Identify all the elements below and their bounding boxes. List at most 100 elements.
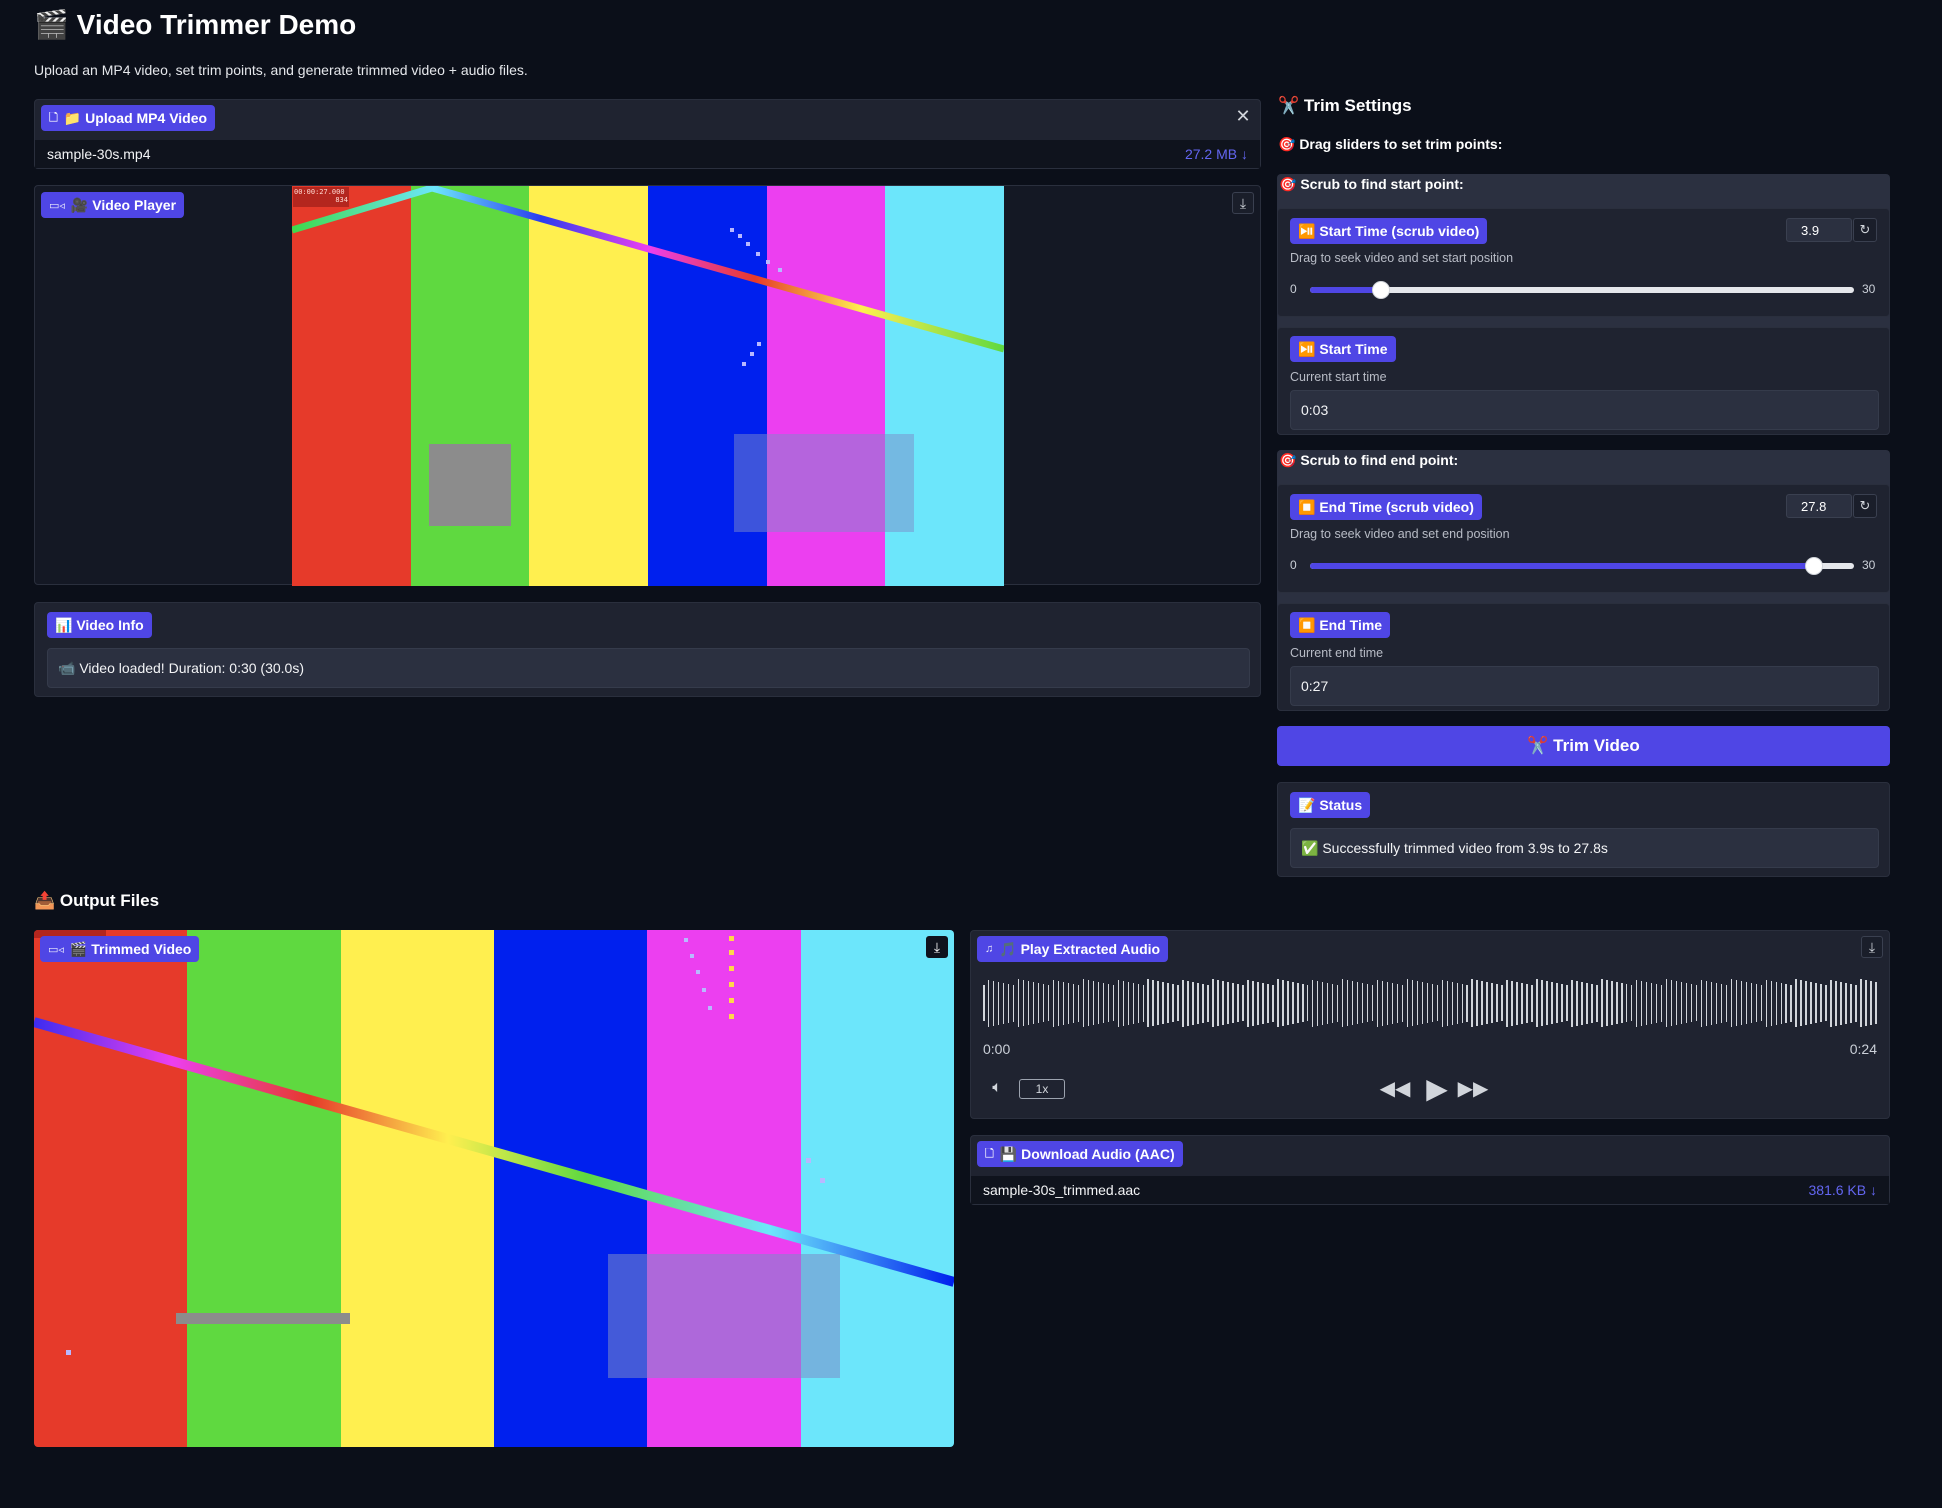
- waveform-bar: [1705, 980, 1708, 1026]
- waveform-bar: [1775, 981, 1778, 1025]
- waveform-bar: [1102, 983, 1105, 1023]
- waveform-bar: [1601, 979, 1603, 1027]
- end-slider-thumb[interactable]: [1805, 557, 1824, 575]
- waveform-bar: [1486, 982, 1488, 1024]
- waveform-bar: [1655, 983, 1658, 1023]
- waveform-bar: [1227, 982, 1229, 1024]
- waveform-bar: [1012, 984, 1015, 1022]
- waveform-bar: [1541, 980, 1543, 1026]
- waveform-bar: [1401, 984, 1404, 1022]
- start-slider-help: Drag to seek video and set start positio…: [1290, 251, 1514, 265]
- waveform-bar: [1177, 985, 1179, 1021]
- start-time-field[interactable]: 0:03: [1290, 390, 1879, 430]
- audio-duration: 0:24: [1849, 1041, 1877, 1057]
- waveform-bar: [1875, 982, 1877, 1024]
- fast-forward-icon[interactable]: ▶▶: [1458, 1074, 1489, 1102]
- waveform-bar: [1057, 980, 1060, 1026]
- waveform-bar: [1755, 984, 1758, 1022]
- waveform-bar: [1586, 982, 1588, 1024]
- waveform-bar: [1865, 980, 1867, 1026]
- waveform-bar: [1805, 981, 1807, 1025]
- end-time-block: ⏹️ End Time Current end time 0:27: [1277, 603, 1890, 711]
- download-audio-panel[interactable]: 🗋 💾 Download Audio (AAC) sample-30s_trim…: [970, 1135, 1890, 1205]
- waveform-bar: [1237, 984, 1239, 1022]
- start-time-help: Current start time: [1290, 370, 1387, 384]
- video-info-text: 📹 Video loaded! Duration: 0:30 (30.0s): [47, 648, 1250, 688]
- waveform-bar: [1292, 982, 1294, 1024]
- waveform-bar: [1117, 979, 1120, 1027]
- start-slider-block[interactable]: ⏯️ Start Time (scrub video) 3.9 ↻ Drag t…: [1277, 208, 1890, 317]
- video-frame[interactable]: 00:00:27.000 834: [292, 186, 1004, 586]
- waveform-bar: [1396, 983, 1399, 1023]
- volume-icon[interactable]: 🔈︎: [985, 1076, 1009, 1100]
- test-pattern-overlay: [34, 930, 954, 1378]
- waveform-bar: [1725, 984, 1728, 1022]
- waveform-bar: [1242, 985, 1244, 1021]
- waveform-bar: [1172, 984, 1174, 1022]
- start-slider-thumb[interactable]: [1371, 281, 1390, 299]
- video-player-label: ▭◃ 🎥 Video Player: [41, 192, 185, 218]
- waveform-bar: [1456, 982, 1459, 1024]
- waveform-bar: [1426, 983, 1429, 1023]
- page-subtitle: Upload an MP4 video, set trim points, an…: [34, 62, 528, 78]
- waveform-bar: [1616, 982, 1618, 1024]
- rewind-icon[interactable]: ◀◀: [1380, 1074, 1411, 1102]
- waveform-bar: [1825, 985, 1827, 1021]
- waveform-bar: [1062, 981, 1065, 1025]
- waveform-bar: [1311, 979, 1314, 1027]
- download-audio-label: 🗋 💾 Download Audio (AAC): [977, 1141, 1183, 1167]
- waveform-bar: [1187, 980, 1189, 1026]
- waveform-bar: [1267, 983, 1269, 1023]
- waveform-bar: [1152, 980, 1154, 1026]
- start-slider-track[interactable]: [1310, 287, 1854, 293]
- end-slider-block[interactable]: ⏹️ End Time (scrub video) 27.8 ↻ Drag to…: [1277, 484, 1890, 593]
- trim-instruction: 🎯 Drag sliders to set trim points:: [1278, 136, 1503, 152]
- waveform-bar: [1830, 979, 1832, 1027]
- trimmed-video-frame[interactable]: [34, 930, 954, 1447]
- close-icon[interactable]: ✕: [1232, 105, 1254, 127]
- waveform-bar: [1591, 983, 1593, 1023]
- waveform-bar: [1571, 979, 1573, 1027]
- reset-icon[interactable]: ↻: [1853, 218, 1877, 242]
- play-icon[interactable]: ▶: [1421, 1072, 1453, 1104]
- waveform-bar: [1765, 979, 1768, 1027]
- waveform-bar: [1815, 983, 1817, 1023]
- waveform-bar: [1157, 981, 1159, 1025]
- download-icon[interactable]: ⤓: [1232, 192, 1254, 214]
- end-time-field[interactable]: 0:27: [1290, 666, 1879, 706]
- waveform-bar: [1621, 983, 1623, 1023]
- download-file-size-link[interactable]: 381.6 KB ↓: [1809, 1182, 1878, 1198]
- video-timestamp-overlay: 00:00:27.000 834: [294, 188, 348, 204]
- waveform-bar: [1660, 984, 1663, 1022]
- waveform-bar: [1037, 983, 1040, 1023]
- waveform-bar: [1306, 985, 1309, 1021]
- start-time-number-input[interactable]: 3.9: [1786, 218, 1852, 242]
- waveform-bar: [1391, 982, 1394, 1024]
- end-section-title: 🎯 Scrub to find end point:: [1279, 452, 1459, 468]
- video-camera-icon: ▭◃: [48, 943, 64, 956]
- waveform-bar: [1596, 984, 1598, 1022]
- slider-min-label: 0: [1290, 282, 1297, 296]
- audio-waveform[interactable]: [983, 978, 1877, 1028]
- trim-video-button[interactable]: ✂️ Trim Video: [1277, 726, 1890, 766]
- waveform-bar: [1232, 983, 1234, 1023]
- end-time-number-input[interactable]: 27.8: [1786, 494, 1852, 518]
- trimmed-video-player[interactable]: ▭◃ 🎬 Trimmed Video ⤓: [34, 930, 954, 1447]
- download-icon[interactable]: ⤓: [1861, 936, 1883, 958]
- waveform-bar: [1197, 982, 1199, 1024]
- waveform-bar: [1182, 979, 1184, 1027]
- video-player[interactable]: 00:00:27.000 834 ▭◃ 🎥 Video Player ⤓: [34, 185, 1261, 586]
- reset-icon[interactable]: ↻: [1853, 494, 1877, 518]
- waveform-bar: [1336, 984, 1339, 1022]
- download-icon[interactable]: ⤓: [926, 936, 948, 958]
- waveform-bar: [1207, 984, 1209, 1022]
- file-icon: 🗋: [985, 1147, 994, 1160]
- waveform-bar: [1670, 980, 1673, 1026]
- file-size-download-link[interactable]: 27.2 MB ↓: [1185, 146, 1248, 162]
- test-pattern-overlay: [292, 186, 1004, 532]
- upload-panel[interactable]: 🗋 📁 Upload MP4 Video ✕ sample-30s.mp4 27…: [34, 99, 1261, 169]
- waveform-bar: [1446, 980, 1449, 1026]
- waveform-bar: [1690, 984, 1693, 1022]
- audio-player[interactable]: ♫ 🎵 Play Extracted Audio ⤓ 0:00 0:24 🔈︎ …: [970, 930, 1890, 1119]
- playback-speed-button[interactable]: 1x: [1019, 1079, 1065, 1099]
